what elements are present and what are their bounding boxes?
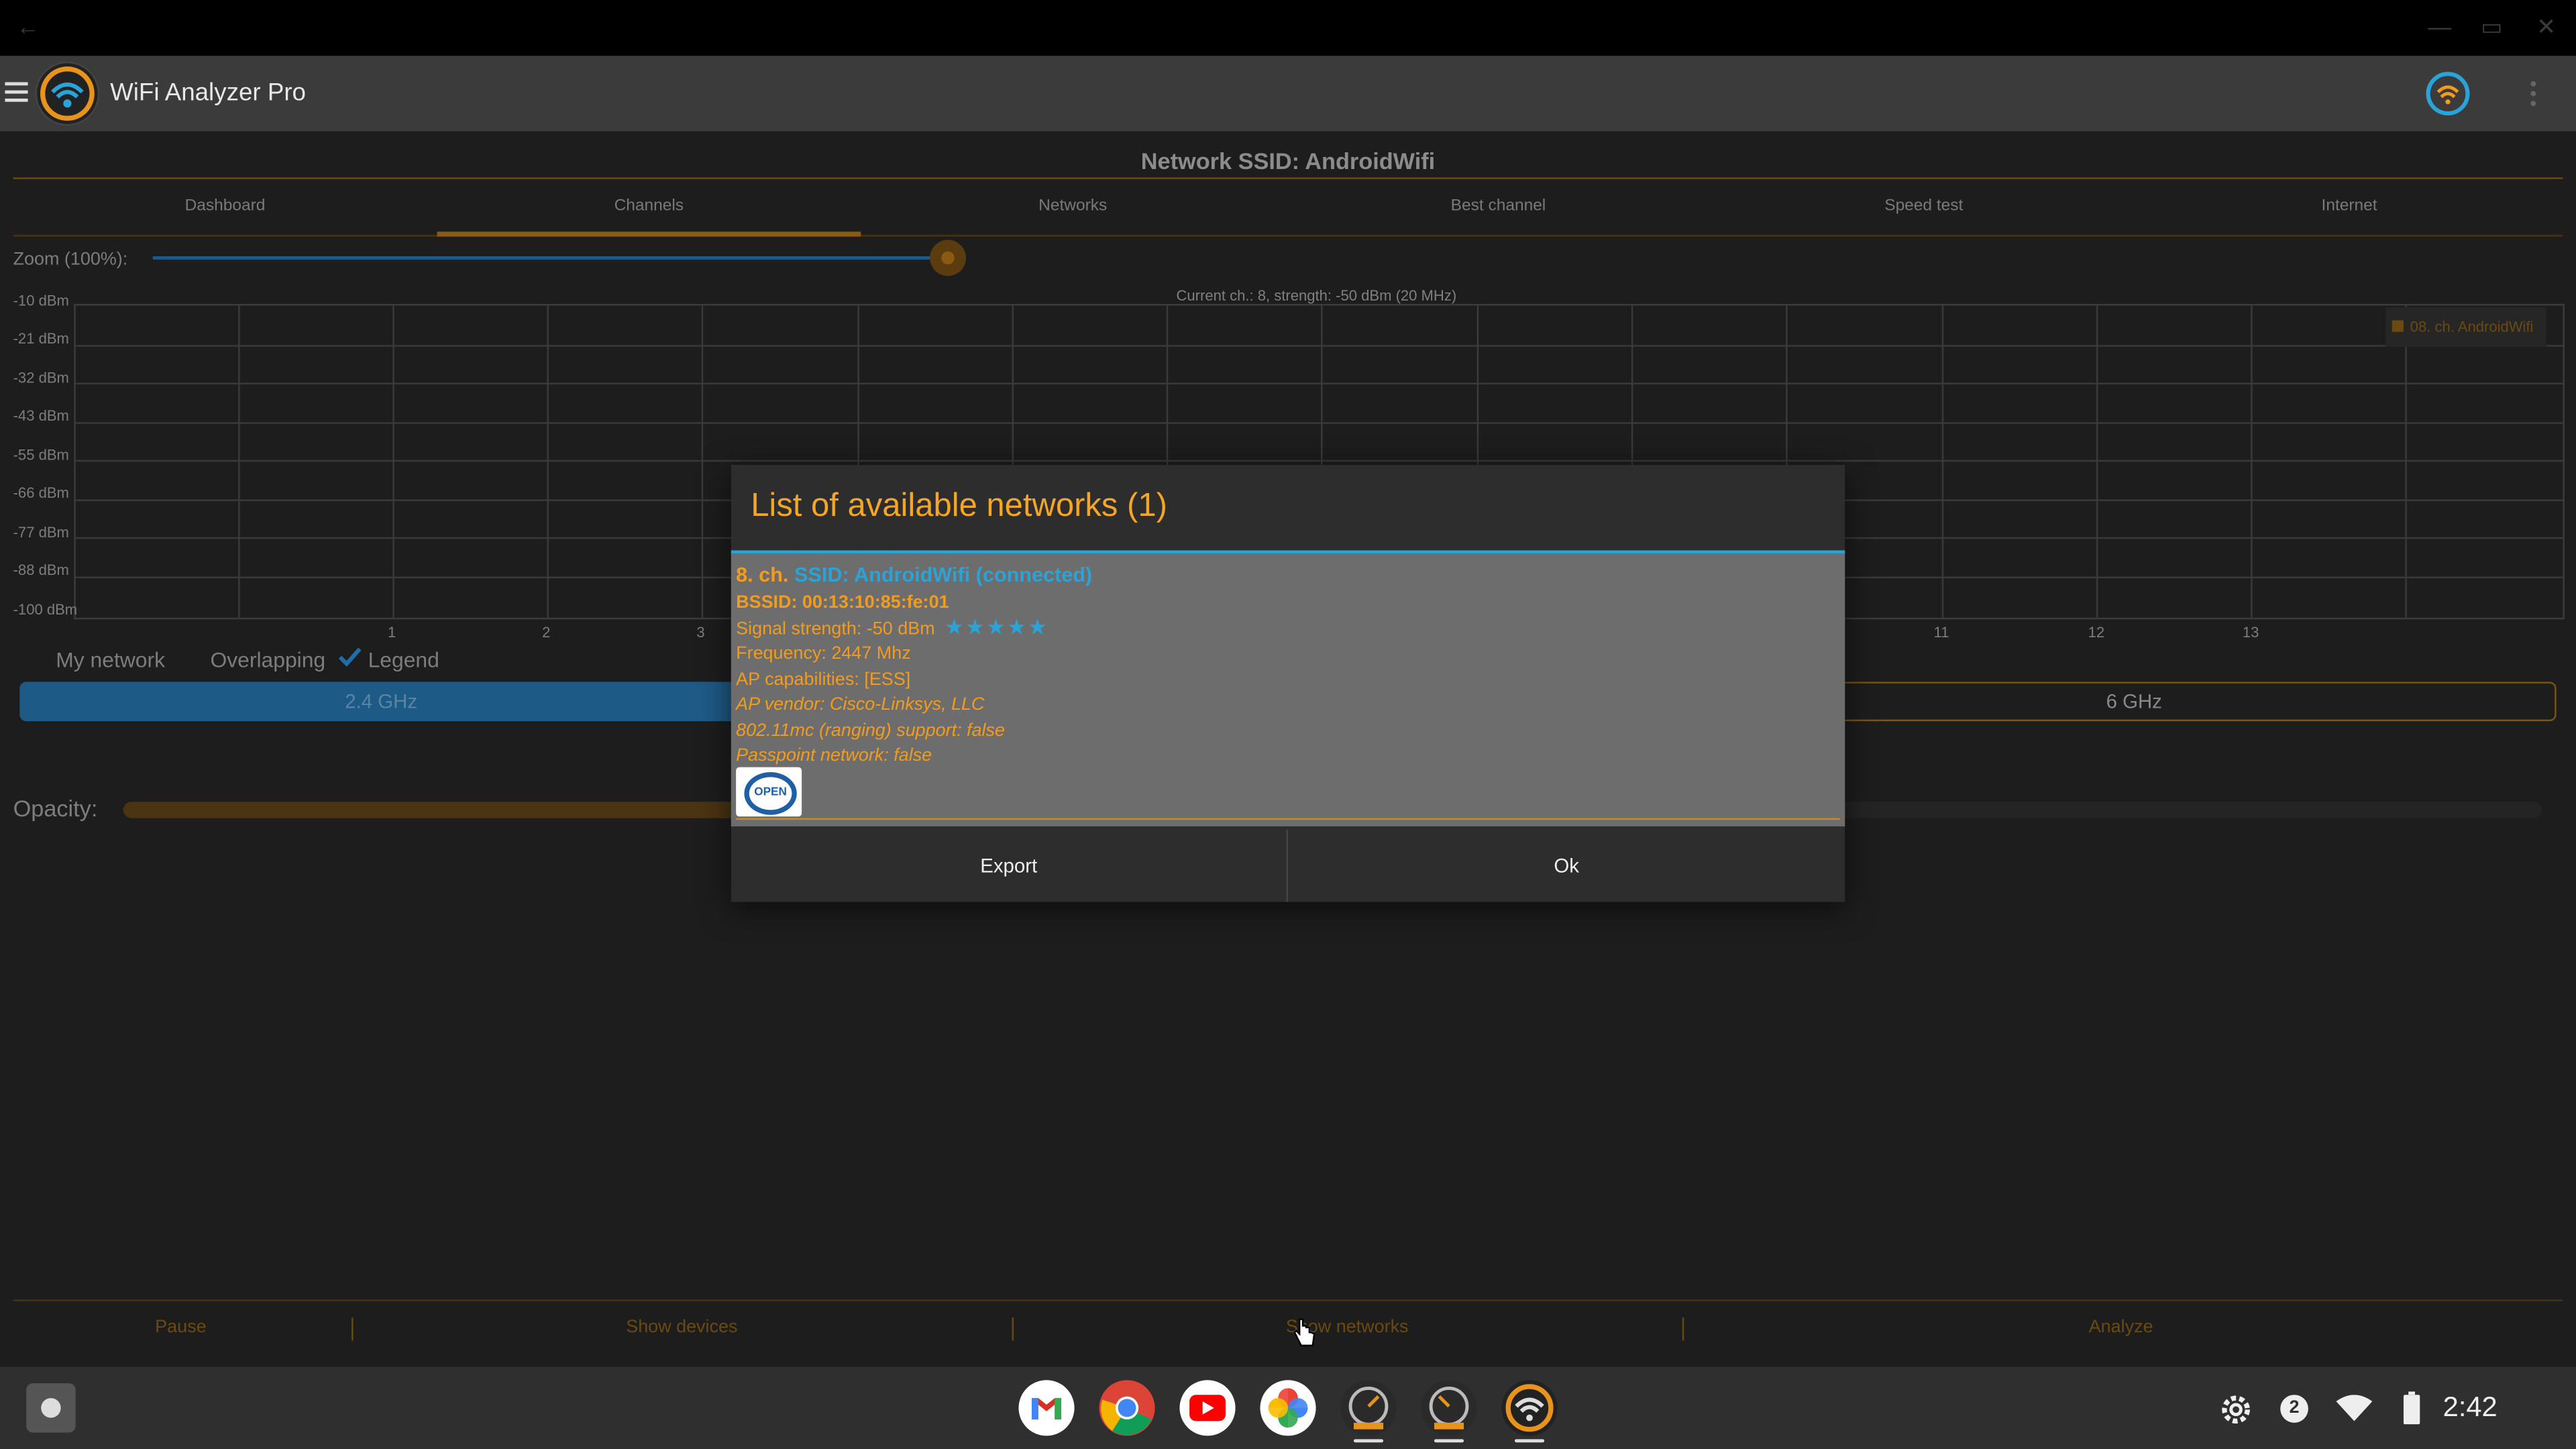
y-tick-label: -21 dBm	[13, 330, 69, 347]
y-tick-label: -88 dBm	[13, 561, 69, 579]
network-list-item[interactable]: 8. ch. SSID: AndroidWifi (connected) BSS…	[731, 553, 1845, 826]
signal-stars-icon: ★★★★★	[945, 614, 1049, 639]
close-icon[interactable]: ✕	[2536, 13, 2556, 42]
card-divider	[736, 818, 1840, 820]
x-tick-label: 3	[696, 624, 705, 641]
zoom-slider-track[interactable]	[152, 256, 949, 260]
back-arrow-icon[interactable]: ←	[16, 13, 39, 40]
zoom-label: Zoom (100%):	[13, 250, 128, 270]
wifi-status-icon[interactable]	[2425, 70, 2471, 117]
network-heading: 8. ch. SSID: AndroidWifi (connected)	[736, 564, 1092, 586]
app-logo-icon	[35, 61, 100, 126]
window-titlebar: ← — ▭ ✕	[0, 0, 2576, 56]
networks-dialog: List of available networks (1) 8. ch. SS…	[731, 465, 1845, 902]
overlapping-toggle[interactable]: Overlapping	[210, 647, 325, 672]
export-button[interactable]: Export	[731, 829, 1289, 902]
hamburger-menu-icon[interactable]	[5, 82, 28, 102]
tab-networks[interactable]: Networks	[861, 197, 1285, 215]
network-signal: Signal strength: -50 dBm	[736, 619, 935, 639]
open-security-icon: OPEN	[736, 767, 802, 817]
y-tick-label: -32 dBm	[13, 370, 69, 386]
chrome-icon[interactable]	[1099, 1380, 1155, 1436]
clock[interactable]: 2:42	[2443, 1391, 2498, 1424]
show-devices-button[interactable]: Show devices	[354, 1318, 1011, 1337]
y-tick-label: -100 dBm	[13, 601, 78, 618]
bottom-divider	[13, 1299, 2563, 1301]
network-ranging: 802.11mc (ranging) support: false	[736, 721, 1005, 741]
dialog-title: List of available networks (1)	[751, 488, 1167, 525]
x-tick-label: 12	[2088, 624, 2105, 641]
notification-count-badge[interactable]: 2	[2280, 1395, 2308, 1423]
network-vendor: AP vendor: Cisco-Linksys, LLC	[736, 694, 985, 715]
legend-label: 08. ch. AndroidWifi	[2410, 319, 2534, 335]
x-tick-label: 11	[1933, 624, 1949, 641]
y-tick-label: -55 dBm	[13, 447, 69, 464]
pause-button[interactable]: Pause	[13, 1318, 349, 1337]
show-networks-button[interactable]: Show networks	[1014, 1318, 1680, 1337]
photos-icon[interactable]	[1260, 1380, 1316, 1436]
network-capabilities: AP capabilities: [ESS]	[736, 670, 911, 690]
legend-swatch	[2392, 320, 2404, 332]
tab-channels[interactable]: Channels	[437, 197, 861, 215]
tab-best-channel[interactable]: Best channel	[1287, 197, 1711, 215]
my-network-toggle[interactable]: My network	[56, 647, 165, 672]
launcher-button[interactable]	[26, 1383, 76, 1433]
battery-icon[interactable]	[2403, 1391, 2420, 1425]
youtube-icon[interactable]	[1179, 1380, 1236, 1436]
wifi-signal-icon[interactable]	[2336, 1395, 2373, 1423]
app-running-indicator	[1514, 1439, 1545, 1443]
current-channel-label: Current ch.: 8, strength: -50 dBm (20 MH…	[1176, 287, 1457, 305]
y-tick-label: -10 dBm	[13, 292, 69, 309]
checkmark-icon[interactable]	[338, 647, 362, 667]
tab-selected-indicator	[437, 231, 861, 237]
speed-test-pro-app-icon[interactable]	[1421, 1380, 1477, 1436]
open-badge-label: OPEN	[744, 772, 797, 815]
app-title: WiFi Analyzer Pro	[110, 78, 307, 107]
mouse-cursor-icon	[1293, 1318, 1316, 1346]
network-passpoint: Passpoint network: false	[736, 745, 932, 766]
analyze-button[interactable]: Analyze	[1684, 1318, 2558, 1337]
tab-speed-test[interactable]: Speed test	[1712, 197, 2136, 215]
app-running-indicator	[1434, 1439, 1464, 1443]
network-ssid-title: Network SSID: AndroidWifi	[1140, 148, 1436, 174]
opacity-label: Opacity:	[13, 795, 98, 822]
screen: ← — ▭ ✕ WiFi Analyzer Pro Network SSID: …	[0, 0, 2576, 1449]
tab-internet[interactable]: Internet	[2137, 197, 2561, 215]
maximize-icon[interactable]: ▭	[2481, 13, 2502, 42]
app-running-indicator	[1353, 1439, 1384, 1443]
wifi-analyzer-app-icon[interactable]	[1501, 1380, 1558, 1436]
ok-button[interactable]: Ok	[1288, 830, 1845, 902]
network-ssid: SSID: AndroidWifi (connected)	[794, 564, 1093, 587]
speed-test-app-icon[interactable]	[1340, 1380, 1397, 1436]
network-channel: 8. ch.	[736, 564, 789, 587]
network-bssid: BSSID: 00:13:10:85:fe:01	[736, 593, 949, 613]
gmail-icon[interactable]	[1018, 1380, 1075, 1436]
divider	[13, 177, 2563, 179]
x-tick-label: 13	[2242, 624, 2259, 641]
taskbar: 2 2:42	[0, 1366, 2576, 1449]
y-tick-label: -66 dBm	[13, 484, 69, 501]
y-tick-label: -43 dBm	[13, 407, 69, 424]
app-bar: WiFi Analyzer Pro	[0, 56, 2576, 133]
more-options-icon[interactable]	[2528, 79, 2538, 109]
legend-toggle[interactable]: Legend	[368, 647, 439, 672]
settings-gear-icon[interactable]	[2220, 1393, 2253, 1426]
x-tick-label: 1	[387, 624, 396, 641]
zoom-slider-thumb[interactable]	[930, 239, 967, 276]
chart-legend: 08. ch. AndroidWifi	[2385, 307, 2546, 347]
minimize-icon[interactable]: —	[2428, 13, 2451, 40]
x-tick-label: 2	[542, 624, 551, 641]
y-tick-label: -77 dBm	[13, 524, 69, 541]
opacity-slider-fill	[123, 802, 748, 818]
tab-dashboard[interactable]: Dashboard	[13, 197, 437, 215]
tabs-divider	[13, 235, 2563, 237]
band-2-4ghz-button[interactable]: 2.4 GHz	[19, 682, 743, 722]
network-frequency: Frequency: 2447 Mhz	[736, 644, 911, 664]
